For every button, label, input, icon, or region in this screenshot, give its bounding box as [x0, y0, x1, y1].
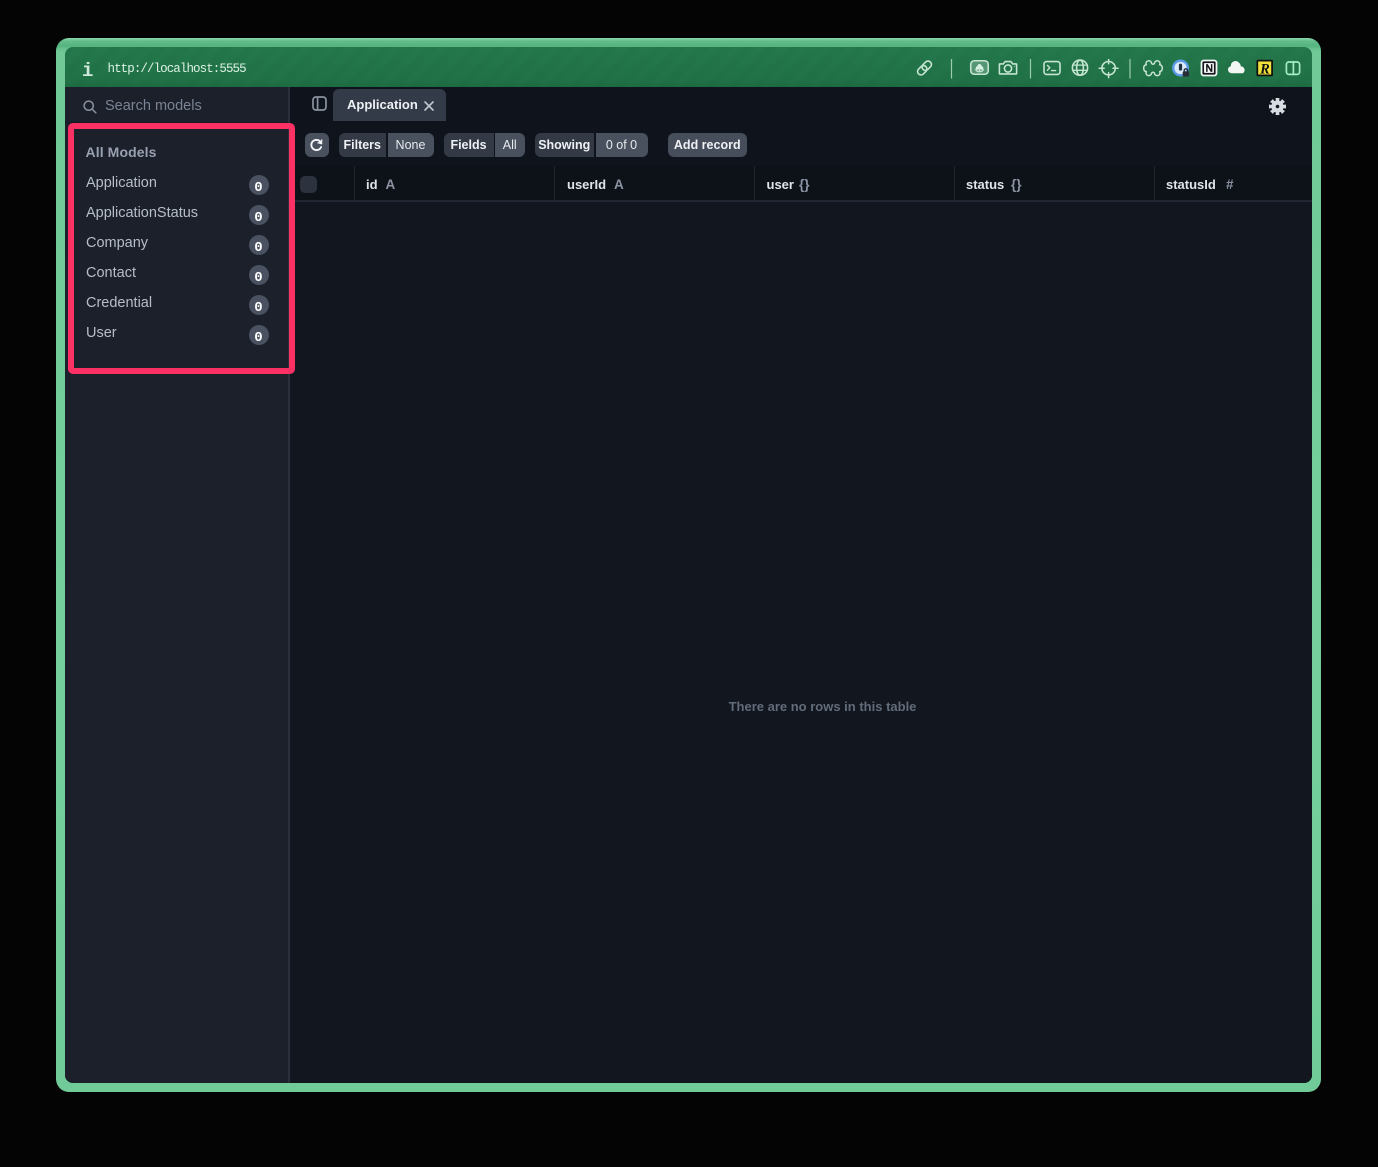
- svg-text:R: R: [1259, 61, 1270, 77]
